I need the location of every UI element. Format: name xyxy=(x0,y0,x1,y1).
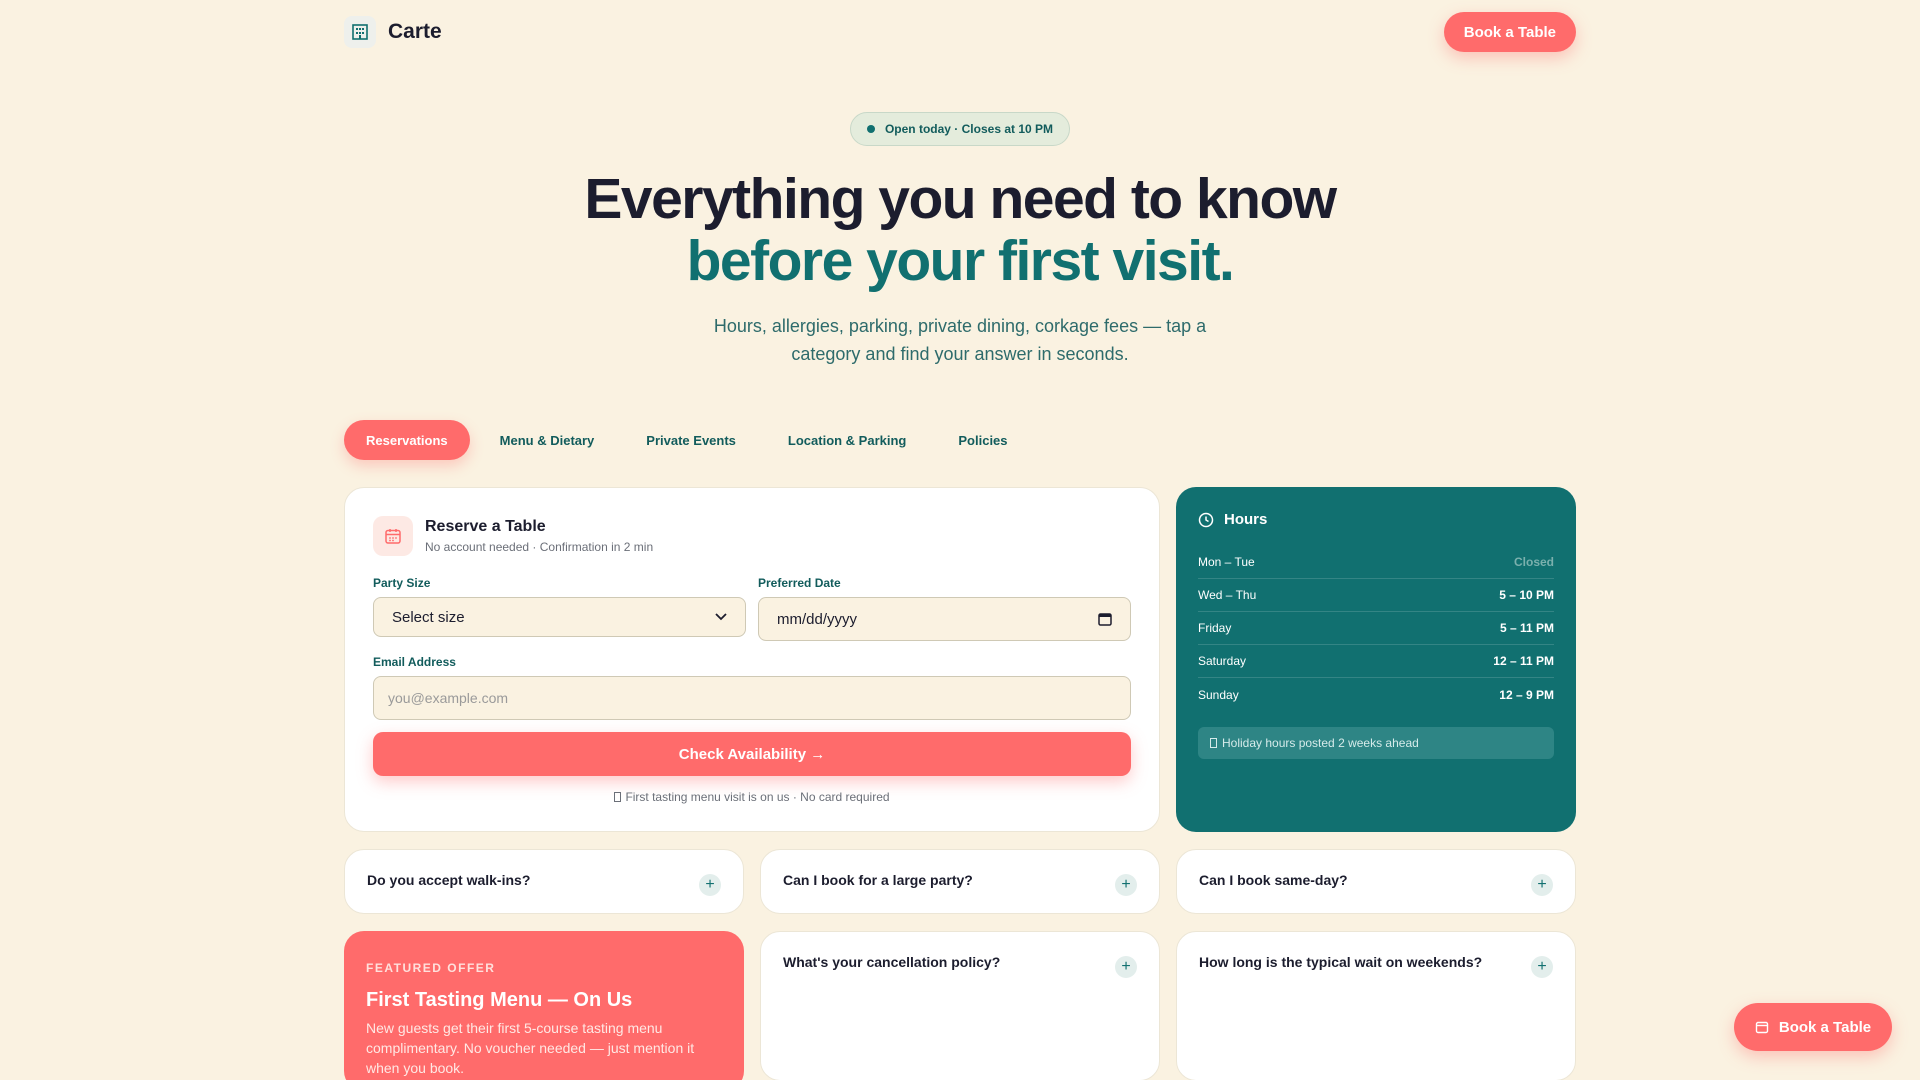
plus-icon[interactable]: + xyxy=(1531,874,1553,896)
faq-item-weekend-wait[interactable]: How long is the typical wait on weekends… xyxy=(1176,931,1576,1080)
hours-row: Mon – Tue Closed xyxy=(1198,546,1554,579)
tab-private-events[interactable]: Private Events xyxy=(624,420,758,460)
hours-time: 5 – 11 PM xyxy=(1499,621,1554,635)
tab-location-parking[interactable]: Location & Parking xyxy=(766,420,928,460)
top-bar: Carte Book a Table xyxy=(344,0,1576,64)
fine-print-text: First tasting menu visit is on us · No c… xyxy=(625,790,890,804)
hours-row: Friday 5 – 11 PM xyxy=(1198,612,1554,645)
note-icon xyxy=(1210,738,1217,748)
faq-question: What's your cancellation policy? xyxy=(783,954,1001,970)
hours-time: 5 – 10 PM xyxy=(1499,588,1554,602)
plus-icon[interactable]: + xyxy=(1115,956,1137,978)
email-placeholder: you@example.com xyxy=(388,690,509,706)
faq-item-walk-ins[interactable]: Do you accept walk-ins? + xyxy=(344,849,744,914)
floating-book-table-button[interactable]: Book a Table xyxy=(1734,1003,1892,1051)
status-text: Open today · Closes at 10 PM xyxy=(884,122,1054,136)
offer-text: New guests get their first 5-course tast… xyxy=(366,1020,695,1076)
party-size-select[interactable]: Select size xyxy=(373,597,746,637)
reserve-title: Reserve a Table xyxy=(425,518,546,535)
tab-policies[interactable]: Policies xyxy=(936,420,1029,460)
holiday-note: Holiday hours posted 2 weeks ahead xyxy=(1198,727,1554,759)
hours-day: Friday xyxy=(1198,621,1232,635)
hours-day: Mon – Tue xyxy=(1198,555,1255,569)
faq-item-cancellation[interactable]: What's your cancellation policy? + xyxy=(760,931,1160,1080)
hours-day: Saturday xyxy=(1198,654,1247,668)
featured-offer-card: FEATURED OFFER First Tasting Menu — On U… xyxy=(344,931,744,1080)
faq-question: Can I book same-day? xyxy=(1199,872,1348,888)
hours-row: Sunday 12 – 9 PM xyxy=(1198,678,1554,711)
status-badge: Open today · Closes at 10 PM xyxy=(849,112,1071,146)
hours-list: Mon – Tue Closed Wed – Thu 5 – 10 PM Frida… xyxy=(1198,546,1554,711)
reserve-subtitle: No account needed · Confirmation in 2 mi… xyxy=(425,540,654,554)
party-size-label: Party Size xyxy=(373,576,431,590)
offer-tag: FEATURED OFFER xyxy=(366,961,496,975)
building-icon xyxy=(344,16,376,48)
plus-icon[interactable]: + xyxy=(699,874,721,896)
email-label: Email Address xyxy=(373,655,456,669)
hours-row: Wed – Thu 5 – 10 PM xyxy=(1198,579,1554,612)
hours-header: Hours xyxy=(1198,511,1554,528)
plus-icon[interactable]: + xyxy=(1531,956,1553,978)
tab-menu-dietary[interactable]: Menu & Dietary xyxy=(478,420,617,460)
fine-print: First tasting menu visit is on us · No c… xyxy=(373,790,1131,804)
faq-question: How long is the typical wait on weekends… xyxy=(1199,954,1483,970)
category-tabs: Reservations Menu & Dietary Private Even… xyxy=(344,420,1030,460)
faq-item-large-party[interactable]: Can I book for a large party? + xyxy=(760,849,1160,914)
page-title: Everything you need to know before your … xyxy=(0,168,1920,292)
title-line-2: before your first visit. xyxy=(686,229,1235,293)
hours-row: Saturday 12 – 11 PM xyxy=(1198,645,1554,678)
hours-card: Hours Mon – Tue Closed Wed – Thu 5 – 10 PM… xyxy=(1176,487,1576,832)
hours-day: Sunday xyxy=(1198,687,1239,702)
faq-question: Can I book for a large party? xyxy=(783,872,973,888)
hours-time: 12 – 11 PM xyxy=(1493,654,1554,668)
calendar-picker-icon[interactable] xyxy=(1098,612,1112,626)
clock-icon xyxy=(1198,512,1214,527)
hero-subtitle: Hours, allergies, parking, private dinin… xyxy=(713,316,1207,364)
brand[interactable]: Carte xyxy=(344,16,442,48)
tab-reservations[interactable]: Reservations xyxy=(344,420,470,460)
party-size-value: Select size xyxy=(392,608,465,626)
reserve-header: Reserve a Table No account needed · Conf… xyxy=(373,516,1131,556)
calendar-icon xyxy=(373,516,413,556)
floating-cta-label: Book a Table xyxy=(1778,1018,1872,1036)
book-table-button[interactable]: Book a Table xyxy=(1443,12,1576,52)
email-field[interactable]: you@example.com xyxy=(373,676,1131,720)
gift-icon xyxy=(614,792,622,802)
title-line-1: Everything you need to know xyxy=(584,167,1337,231)
preferred-date-input[interactable]: mm/dd/yyyy xyxy=(758,597,1131,641)
hours-day: Wed – Thu xyxy=(1198,588,1257,602)
hours-time: 12 – 9 PM xyxy=(1499,687,1554,702)
faq-question: Do you accept walk-ins? xyxy=(367,872,531,888)
preferred-date-label: Preferred Date xyxy=(758,576,841,590)
brand-name: Carte xyxy=(388,20,442,43)
plus-icon[interactable]: + xyxy=(1115,874,1137,896)
status-dot-icon xyxy=(866,125,875,133)
holiday-note-text: Holiday hours posted 2 weeks ahead xyxy=(1222,736,1419,750)
date-placeholder: mm/dd/yyyy xyxy=(777,610,858,628)
calendar-icon xyxy=(1755,1021,1769,1034)
hours-title: Hours xyxy=(1224,511,1268,528)
reserve-card: Reserve a Table No account needed · Conf… xyxy=(344,487,1160,832)
hours-time: Closed xyxy=(1513,555,1554,569)
offer-title: First Tasting Menu — On Us xyxy=(366,989,633,1011)
chevron-down-icon xyxy=(715,613,727,621)
hero: Open today · Closes at 10 PM Everything … xyxy=(0,112,1920,368)
check-availability-button[interactable]: Check Availability → xyxy=(373,732,1131,776)
faq-item-same-day[interactable]: Can I book same-day? + xyxy=(1176,849,1576,914)
